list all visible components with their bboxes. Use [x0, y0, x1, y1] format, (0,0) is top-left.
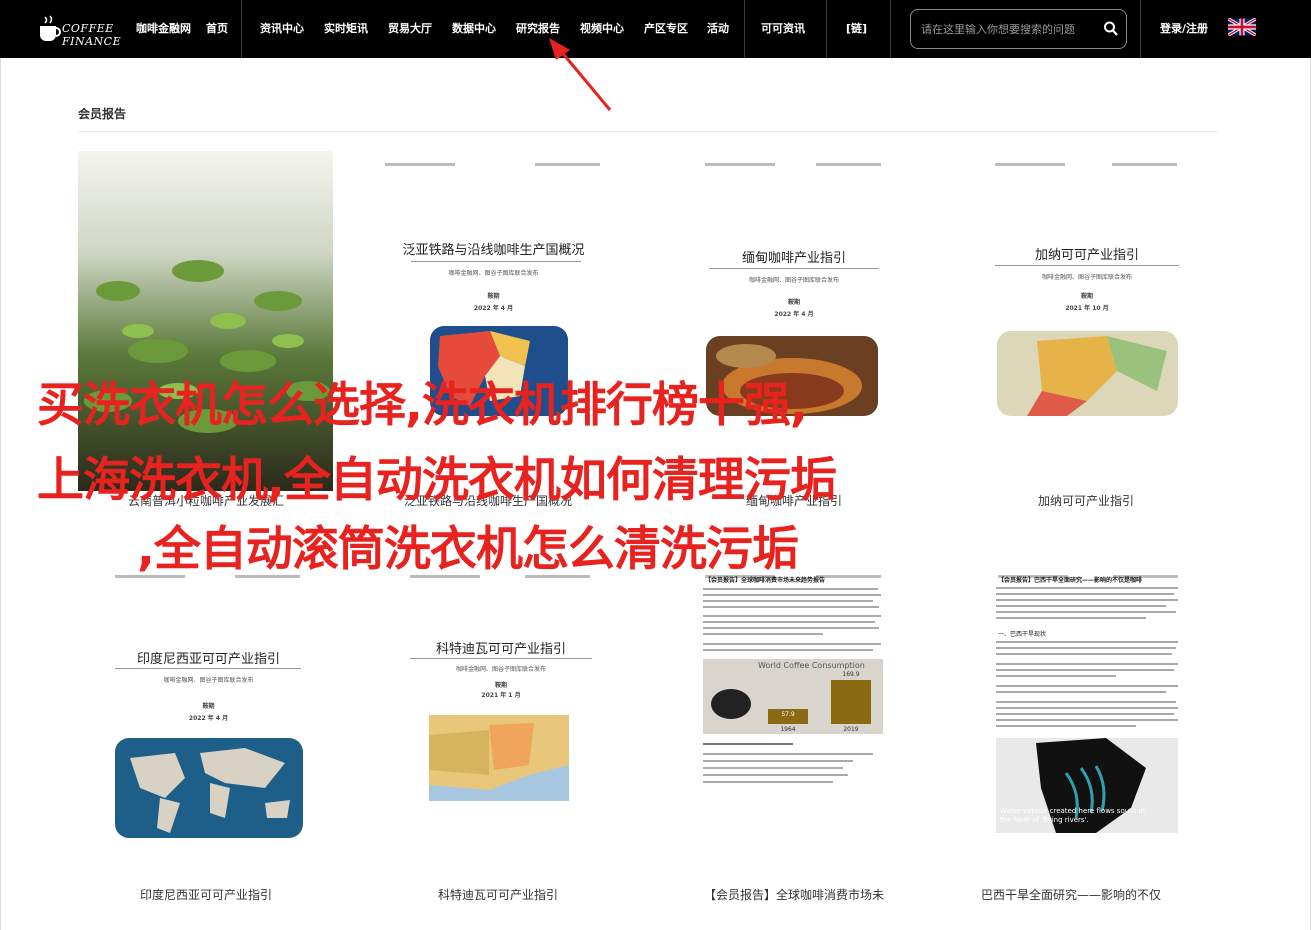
doc-title: 加纳可可产业指引	[1034, 248, 1139, 263]
west-africa-map-image	[429, 715, 569, 801]
nav-brand[interactable]: 咖啡金融网	[136, 20, 191, 38]
report-card-yunnan[interactable]	[78, 151, 333, 491]
search-icon[interactable]	[1103, 20, 1119, 38]
doc-header	[991, 163, 1183, 171]
doc-publisher: 咖啡金融网、图谷子图库联合发布	[455, 666, 546, 673]
doc-issue: 鞍期	[494, 682, 507, 689]
report-caption[interactable]: 印度尼西亚可可产业指引	[81, 886, 331, 903]
nav-divider	[1140, 0, 1141, 58]
doc-date: 2021 年 10 月	[1065, 305, 1109, 312]
nav-divider	[826, 0, 827, 58]
report-card-world-consumption[interactable]: 【会员报告】全球咖啡消费市场未来趋势报告 World Coffee Consum…	[701, 563, 887, 863]
search-input[interactable]	[921, 20, 1096, 38]
nav-chain[interactable]: [链]	[846, 20, 867, 38]
chart-value-2019: 169.9	[842, 670, 860, 678]
doc-publisher: 咖啡金融网、图谷子图库联合发布	[163, 677, 254, 684]
doc-title: 缅甸咖啡产业指引	[741, 251, 846, 266]
consumption-chart: World Coffee Consumption 57.9 169.9 1964…	[703, 659, 883, 734]
doc-issue: 鞍期	[1080, 293, 1093, 300]
report-caption[interactable]: 科特迪瓦可可产业指引	[373, 886, 623, 903]
chart-label-2019: 2019	[843, 726, 859, 733]
doc-header	[701, 163, 887, 171]
doc-issue: 鞍期	[787, 299, 800, 306]
doc-issue: 鞍期	[202, 703, 215, 710]
report-card-myanmar[interactable]: 缅甸咖啡产业指引 咖啡金融网、图谷子图库联合发布 鞍期 2022 年 4 月	[701, 151, 887, 491]
coffee-cup-photo	[711, 689, 751, 719]
report-caption[interactable]: 加纳可可产业指引	[961, 492, 1211, 509]
nav-cocoa-news[interactable]: 可可资讯	[761, 20, 805, 38]
doc-section-head: 一、巴西干旱现状	[998, 631, 1047, 638]
logo-text-top: COFFEE	[62, 22, 114, 35]
top-nav-bar: COFFEE FINANCE 咖啡金融网 首页 资讯中心 实时矩讯 贸易大厅 数…	[0, 0, 1311, 58]
nav-trade-hall[interactable]: 贸易大厅	[388, 20, 432, 38]
nav-divider	[890, 0, 891, 58]
doc-title: 印度尼西亚可可产业指引	[136, 652, 280, 667]
doc-date: 2022 年 4 月	[473, 305, 514, 312]
overlay-headline-line1: 买洗衣机怎么选择,洗衣机排行榜十强,	[37, 378, 808, 433]
nav-events[interactable]: 活动	[707, 20, 729, 38]
nav-video-center[interactable]: 视频中心	[580, 20, 624, 38]
logo-text-bottom: FINANCE	[62, 35, 122, 48]
doc-issue: 鞍期	[487, 293, 500, 300]
doc-publisher: 咖啡金融网、图谷子图库联合发布	[748, 277, 839, 284]
overlay-headline-line3: ,全自动滚筒洗衣机怎么清洗污垢	[137, 522, 799, 577]
report-caption[interactable]: 【会员报告】全球咖啡消费市场未	[669, 886, 919, 903]
doc-title: 科特迪瓦可可产业指引	[435, 642, 566, 657]
nav-news-center[interactable]: 资讯中心	[260, 20, 304, 38]
content-area: 会员报告 云南普洱小粒咖啡产业发展汇 泛亚铁路与沿线咖啡生产国概况 咖啡金融网、…	[0, 58, 1311, 930]
nav-divider	[744, 0, 745, 58]
site-logo[interactable]: COFFEE FINANCE	[34, 8, 129, 50]
brazil-map-image: Water vapour created here flows south in…	[996, 738, 1178, 833]
uk-flag-icon[interactable]	[1228, 18, 1256, 36]
doc-title: 【会员报告】巴西干旱全面研究——影响的不仅是咖啡	[998, 577, 1143, 584]
nav-realtime[interactable]: 实时矩讯	[324, 20, 368, 38]
ghana-map-image	[997, 331, 1178, 416]
report-card-cote-divoire[interactable]: 科特迪瓦可可产业指引 咖啡金融网、图谷子图库联合发布 鞍期 2021 年 1 月	[406, 563, 596, 863]
report-card-indonesia[interactable]: 印度尼西亚可可产业指引 咖啡金融网、图谷子图库联合发布 鞍期 2022 年 4 …	[111, 563, 306, 863]
report-card-pan-asia[interactable]: 泛亚铁路与沿线咖啡生产国概况 咖啡金融网、图谷子图库联合发布 鞍期 2022 年…	[381, 151, 606, 491]
report-card-brazil-drought[interactable]: 【会员报告】巴西干旱全面研究——影响的不仅是咖啡 一、巴西干旱现状 Water …	[994, 563, 1184, 863]
report-card-ghana[interactable]: 加纳可可产业指引 咖啡金融网、图谷子图库联合发布 鞍期 2021 年 10 月	[991, 151, 1183, 491]
chart-title: World Coffee Consumption	[758, 661, 865, 670]
nav-data-center[interactable]: 数据中心	[452, 20, 496, 38]
chart-label-1964: 1964	[780, 726, 796, 733]
nav-research-reports[interactable]: 研究报告	[516, 20, 560, 38]
report-caption[interactable]: 巴西干旱全面研究——影响的不仅	[946, 886, 1196, 903]
search-box[interactable]	[910, 9, 1127, 49]
nav-origin-zone[interactable]: 产区专区	[644, 20, 688, 38]
doc-publisher: 咖啡金融网、图谷子图库联合发布	[448, 270, 539, 277]
map-caption: Water vapour created here flows south in…	[1000, 807, 1145, 824]
doc-header	[381, 163, 606, 171]
login-register-link[interactable]: 登录/注册	[1160, 20, 1208, 38]
chart-bar-2019	[831, 679, 871, 724]
coffee-seedlings-photo	[78, 151, 333, 491]
section-divider	[78, 131, 1218, 132]
doc-title: 泛亚铁路与沿线咖啡生产国概况	[402, 243, 585, 258]
section-title: 会员报告	[78, 107, 127, 121]
nav-divider	[241, 0, 242, 58]
doc-publisher: 咖啡金融网、图谷子图库联合发布	[1041, 274, 1132, 281]
doc-date: 2021 年 1 月	[481, 692, 521, 699]
coffee-cup-icon	[40, 15, 61, 41]
doc-date: 2022 年 4 月	[774, 311, 814, 318]
doc-date: 2022 年 4 月	[188, 715, 229, 722]
chart-value-1964: 57.9	[781, 710, 795, 718]
world-map-image	[115, 738, 303, 838]
overlay-headline-line2: 上海洗衣机,全自动洗衣机如何清理污垢	[37, 453, 837, 508]
nav-home[interactable]: 首页	[206, 20, 228, 38]
